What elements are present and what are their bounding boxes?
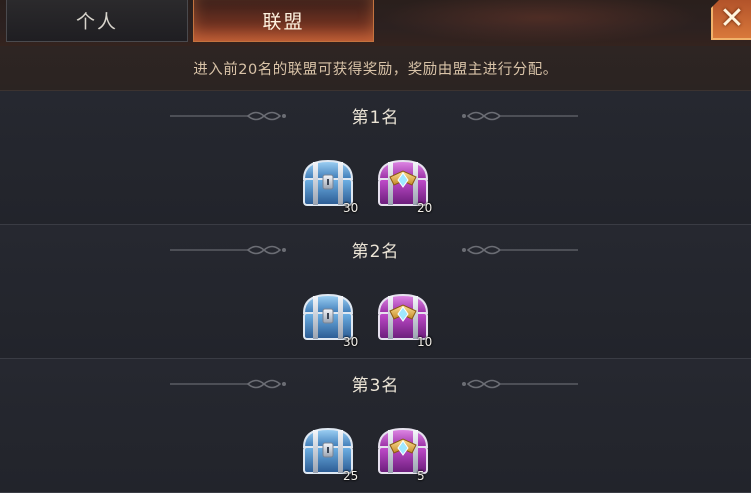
- close-x-icon: ✕: [719, 1, 745, 36]
- close-button[interactable]: ✕: [711, 0, 751, 40]
- right-ornament-icon: [462, 111, 578, 121]
- header-decoration: [380, 0, 700, 44]
- reward-count: 25: [343, 469, 359, 483]
- rank-reward-list[interactable]: 第1名 30 20 第2名 30 10 第3名 25 5: [0, 91, 751, 493]
- tab-alliance[interactable]: 联盟: [193, 0, 374, 42]
- reward-count: 20: [417, 201, 433, 215]
- tab-personal[interactable]: 个人: [6, 0, 188, 42]
- right-ornament-icon: [462, 379, 578, 389]
- reward-count: 5: [417, 469, 425, 483]
- top-bar: 个人 联盟 ✕: [0, 0, 751, 47]
- right-ornament-icon: [462, 245, 578, 255]
- reward-count: 30: [343, 335, 359, 349]
- rank-title: 第3名: [351, 376, 400, 396]
- rank-header: 第1名: [0, 103, 751, 129]
- reward-notice: 进入前20名的联盟可获得奖励，奖励由盟主进行分配。: [0, 46, 751, 91]
- reward-count: 10: [417, 335, 433, 349]
- rank-row: 第1名 30 20: [0, 91, 751, 225]
- rank-row: 第2名 30 10: [0, 225, 751, 359]
- reward-count: 30: [343, 201, 359, 215]
- rank-title: 第2名: [351, 242, 400, 262]
- rank-title: 第1名: [351, 108, 400, 128]
- rank-header: 第2名: [0, 237, 751, 263]
- rank-header: 第3名: [0, 371, 751, 397]
